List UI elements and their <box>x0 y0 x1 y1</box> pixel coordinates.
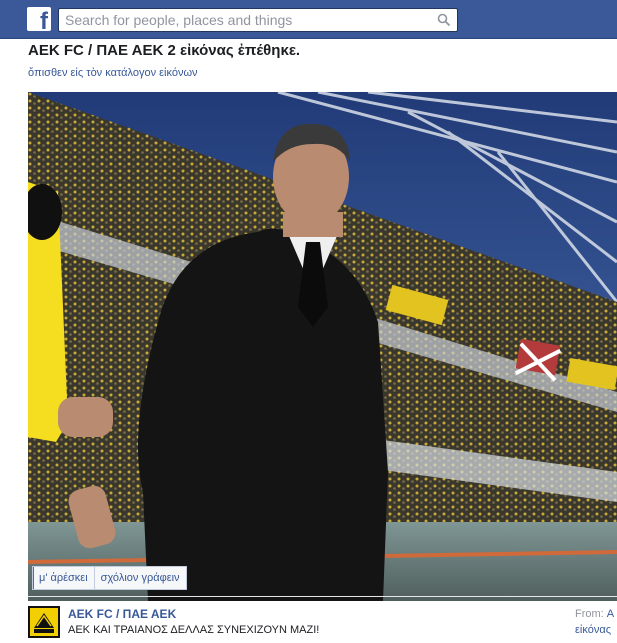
search-icon[interactable] <box>437 13 451 27</box>
photo-actions: μ' ἀρέσκει σχόλιον γράφειν <box>32 566 187 590</box>
search-input[interactable] <box>59 9 435 31</box>
photo-caption: ΑΕΚ ΚΑΙ ΤΡΑΙΑΝΟΣ ΔΕΛΛΑΣ ΣΥΝΕΧΙΖΟΥΝ ΜΑΖΙ! <box>68 624 320 636</box>
back-to-album-link[interactable]: ὄπισθεν εἰς τὸν κατάλογον εἰκόνων <box>28 67 198 79</box>
photo[interactable] <box>28 92 617 601</box>
facebook-logo[interactable]: f <box>27 7 51 34</box>
from-label-text: From: <box>575 608 604 620</box>
from-value-link[interactable]: Α <box>607 608 614 620</box>
album-count-link[interactable]: εἰκόνας <box>575 624 611 636</box>
comment-button[interactable]: σχόλιον γράφειν <box>93 567 186 589</box>
divider <box>28 596 617 597</box>
page-title: ΑΕΚ FC / ΠΑΕ ΑΕΚ 2 εἰκόνας ἐπέθηκε. <box>28 42 301 59</box>
search-box <box>58 8 458 32</box>
photo-panel: ΑΕΚ FC / ΠΑΕ ΑΕΚ 2 εἰκόνας ἐπέθηκε. ὄπισ… <box>0 39 617 643</box>
club-logo-avatar[interactable] <box>28 606 60 638</box>
photo-image <box>28 92 617 601</box>
like-button[interactable]: μ' ἀρέσκει <box>33 567 94 589</box>
from-label: From: Α <box>575 608 614 620</box>
top-navigation-bar: f <box>0 0 617 39</box>
post-author-link[interactable]: ΑΕΚ FC / ΠΑΕ ΑΕΚ <box>68 607 176 621</box>
